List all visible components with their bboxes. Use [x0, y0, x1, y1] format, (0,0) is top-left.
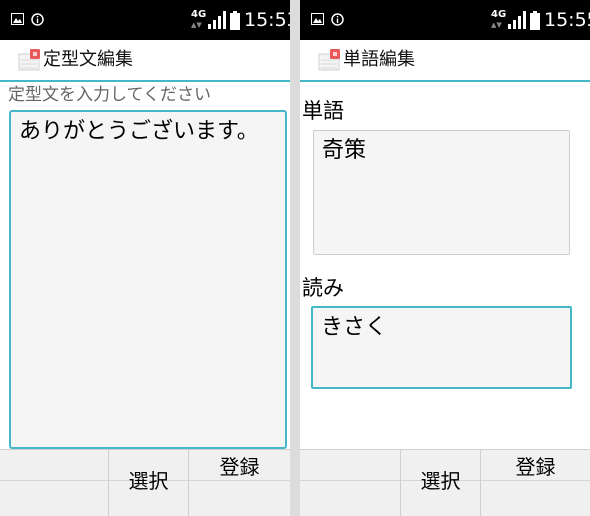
reading-label: 読み	[302, 276, 344, 300]
softkey-divider	[189, 480, 290, 481]
notepad-app-icon	[318, 49, 340, 71]
phone-screen-phrase-edit: 4G ▲▼ 15:53 定型文編集 定型文を入力してください ありがとうございま…	[0, 0, 290, 516]
softkey-select-button[interactable]: 選択	[109, 450, 189, 516]
softkey-register-label: 登録	[515, 455, 556, 479]
page-title: 定型文編集	[43, 49, 133, 70]
status-bar: 4G ▲▼ 15:55	[300, 0, 590, 40]
battery-icon	[530, 11, 540, 30]
title-bar: 定型文編集	[0, 40, 290, 82]
softkey-register-button[interactable]: 登録	[189, 450, 290, 516]
signal-icon	[508, 11, 526, 29]
softkey-divider	[481, 480, 590, 481]
softkey-divider	[0, 480, 108, 481]
data-activity-icon: ▲▼	[491, 21, 502, 29]
info-icon	[31, 13, 44, 26]
page-title: 単語編集	[343, 49, 415, 70]
softkey-bar: 選択 登録	[300, 449, 590, 516]
word-label: 単語	[302, 99, 344, 123]
clock: 15:53	[244, 9, 290, 31]
network-type: 4G	[491, 9, 507, 20]
status-bar: 4G ▲▼ 15:53	[0, 0, 290, 40]
softkey-register-label: 登録	[219, 455, 260, 479]
phone-screen-word-edit: 4G ▲▼ 15:55 単語編集 単語 奇策 読み きさく	[300, 0, 590, 516]
word-input[interactable]: 奇策	[313, 130, 570, 255]
softkey-select-label: 選択	[128, 469, 169, 493]
network-type: 4G	[191, 9, 207, 20]
battery-icon	[230, 11, 240, 30]
title-bar: 単語編集	[300, 40, 590, 82]
info-icon	[331, 13, 344, 26]
phrase-text-input[interactable]: ありがとうございます。	[9, 110, 287, 449]
softkey-left[interactable]	[300, 450, 401, 516]
data-activity-icon: ▲▼	[191, 21, 202, 29]
softkey-left[interactable]	[0, 450, 109, 516]
signal-icon	[208, 11, 226, 29]
clock: 15:55	[544, 9, 590, 31]
image-icon	[311, 13, 324, 25]
softkey-divider	[300, 480, 400, 481]
softkey-select-button[interactable]: 選択	[401, 450, 481, 516]
softkey-bar: 選択 登録	[0, 449, 290, 516]
reading-input[interactable]: きさく	[311, 306, 572, 389]
notepad-app-icon	[18, 49, 40, 71]
input-prompt-label: 定型文を入力してください	[8, 85, 211, 105]
image-icon	[11, 13, 24, 25]
softkey-select-label: 選択	[420, 469, 461, 493]
softkey-register-button[interactable]: 登録	[481, 450, 590, 516]
